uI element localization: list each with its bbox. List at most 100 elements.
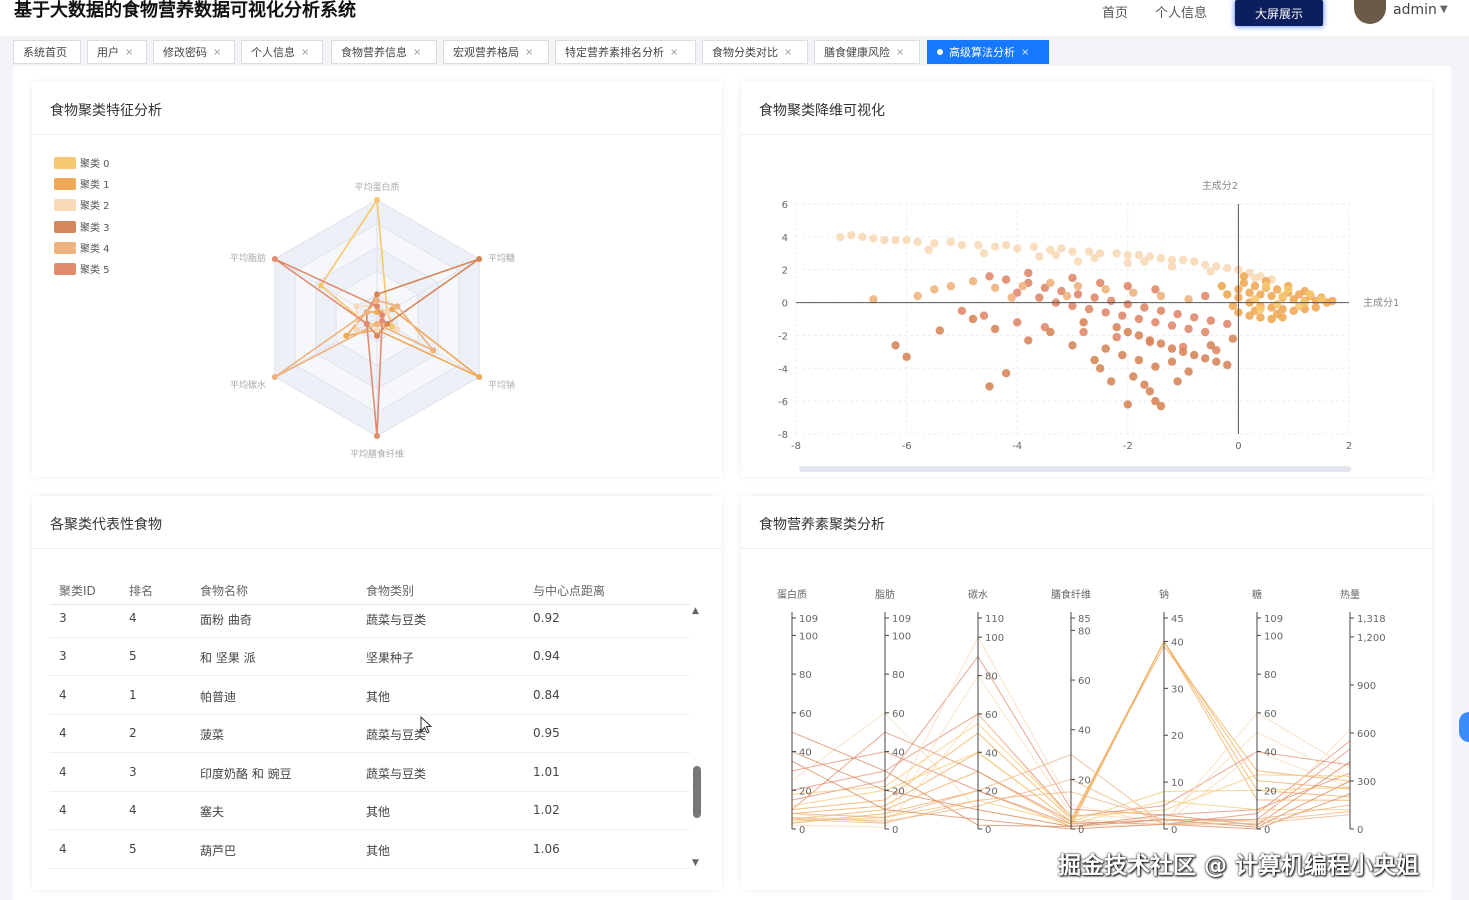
cell-rank: 1: [129, 688, 137, 702]
scatter-point: [1272, 285, 1282, 294]
tab-food-nutrition-info[interactable]: 食物营养信息 ×: [331, 40, 437, 64]
tab-home[interactable]: 系统首页: [13, 40, 81, 64]
app-title: 基于大数据的食物营养数据可视化分析系统: [14, 0, 356, 21]
radar-chart: 平均蛋白质 平均糖 平均钠 平均膳食纤维 平均碳水 平均脂肪: [230, 181, 515, 460]
table-row[interactable]: 4 2 菠菜 蔬菜与豆类 0.95: [50, 714, 690, 753]
big-screen-button[interactable]: 大屏展示: [1235, 0, 1323, 26]
scatter-point: [1134, 250, 1144, 260]
scatter-point: [1156, 254, 1166, 263]
scatter-point: [1112, 332, 1121, 342]
close-icon[interactable]: ×: [670, 47, 678, 58]
cell-food-name: 菠菜: [200, 728, 225, 742]
table-row[interactable]: 3 5 和 坚果 派 坚果种子 0.94: [50, 637, 690, 676]
scatter-point: [1096, 364, 1105, 373]
column-header: 与中心点距离: [533, 584, 606, 598]
scatter-point: [1051, 250, 1061, 260]
scatter-point: [957, 306, 967, 315]
radar-point: [374, 297, 380, 304]
scroll-up-icon[interactable]: ▲: [692, 606, 699, 616]
scatter-point: [1284, 285, 1293, 294]
scatter-point: [1084, 247, 1094, 256]
parallel-tick-label: 40: [892, 748, 905, 759]
parallel-tick-label: 0: [1264, 825, 1270, 836]
tab-nutrient-ranking[interactable]: 特定营养素排名分析 ×: [555, 40, 696, 64]
tab-advanced-algorithm[interactable]: 高级算法分析 ×: [927, 40, 1049, 64]
scatter-point: [1206, 316, 1215, 325]
table-row[interactable]: 3 4 面粉 曲奇 蔬菜与豆类 0.92: [50, 599, 690, 638]
tab-label: 膳食健康风险: [824, 46, 890, 59]
scatter-point: [1151, 285, 1160, 294]
scatter-point: [1107, 296, 1116, 306]
radar-indicator-label: 平均膳食纤维: [350, 448, 404, 460]
floating-help-button[interactable]: [1459, 712, 1469, 742]
x-tick-label: -8: [791, 441, 801, 452]
data-zoom-slider[interactable]: [799, 466, 1351, 472]
scatter-point: [1007, 293, 1016, 302]
tab-profile[interactable]: 个人信息 ×: [241, 40, 323, 64]
table-row[interactable]: 4 1 帕普迪 其他 0.84: [50, 676, 690, 715]
tab-category-compare[interactable]: 食物分类对比 ×: [702, 40, 808, 64]
scatter-point: [1140, 380, 1149, 389]
close-icon[interactable]: ×: [301, 47, 309, 58]
scatter-point: [1256, 304, 1265, 314]
parallel-tick-label: 600: [1357, 729, 1376, 740]
close-icon[interactable]: ×: [1021, 47, 1029, 58]
table-row[interactable]: 4 3 印度奶酪 和 豌豆 蔬菜与豆类 1.01: [50, 753, 690, 792]
avatar[interactable]: [1354, 0, 1386, 24]
y-tick-label: 6: [782, 200, 788, 211]
close-icon[interactable]: ×: [896, 47, 904, 58]
close-icon[interactable]: ×: [413, 47, 421, 58]
tab-bar: 系统首页 用户 × 修改密码 × 个人信息 × 食物营养信息 × 宏观营养格局 × 特定营…: [0, 38, 1469, 66]
scatter-point: [1118, 350, 1127, 360]
cell-rank: 4: [129, 803, 137, 817]
scatter-point: [1145, 336, 1155, 345]
radar-point: [374, 291, 380, 298]
close-icon[interactable]: ×: [213, 47, 221, 58]
scatter-point: [880, 235, 889, 245]
radar-point: [271, 256, 278, 262]
scatter-point: [1167, 344, 1177, 353]
tab-label: 个人信息: [251, 46, 295, 59]
tab-diet-risk[interactable]: 膳食健康风险 ×: [814, 40, 920, 64]
radar-point: [384, 320, 391, 327]
parallel-axis-name: 膳食纤维: [1051, 588, 1091, 601]
chevron-down-icon[interactable]: ▼: [1440, 4, 1448, 15]
cell-rank: 4: [129, 611, 137, 625]
parallel-tick-label: 40: [985, 748, 998, 759]
scrollbar-thumb[interactable]: [693, 766, 701, 818]
radar-point: [379, 312, 386, 319]
close-icon[interactable]: ×: [784, 47, 792, 58]
scatter-point: [1256, 313, 1265, 322]
tab-label: 高级算法分析: [949, 46, 1015, 59]
close-icon[interactable]: ×: [125, 47, 133, 58]
cell-distance: 1.06: [533, 842, 560, 856]
nav-home-link[interactable]: 首页: [1102, 2, 1128, 21]
radar-point: [317, 282, 324, 289]
radar-point: [430, 347, 437, 354]
close-icon[interactable]: ×: [525, 47, 533, 58]
cell-food-name: 葫芦巴: [200, 844, 237, 858]
scroll-down-icon[interactable]: ▼: [692, 858, 699, 868]
parallel-tick-label: 80: [1078, 626, 1091, 637]
tab-change-password[interactable]: 修改密码 ×: [153, 40, 235, 64]
table-row[interactable]: 4 4 塞夫 其他 1.02: [50, 791, 690, 830]
nav-profile-link[interactable]: 个人信息: [1155, 2, 1207, 21]
table-row[interactable]: 4 5 葫芦巴 其他 1.06: [50, 830, 690, 869]
scatter-point: [979, 249, 989, 258]
cell-food-name: 面粉 曲奇: [200, 613, 252, 627]
tab-label: 宏观营养格局: [453, 46, 519, 59]
tab-macro-nutrition[interactable]: 宏观营养格局 ×: [443, 40, 549, 64]
scatter-point: [968, 277, 978, 286]
scatter-point: [1123, 327, 1132, 337]
scatter-point: [985, 382, 994, 391]
cell-cluster-id: 4: [59, 765, 67, 779]
table-panel-title: 各聚类代表性食物: [50, 517, 162, 533]
radar-point: [374, 320, 380, 327]
active-dot-icon: [937, 49, 943, 55]
user-name[interactable]: admin: [1393, 2, 1437, 18]
radar-indicator-label: 平均碳水: [230, 379, 266, 391]
parallel-tick-label: 109: [799, 614, 818, 625]
cell-cluster-id: 4: [59, 803, 67, 817]
tab-users[interactable]: 用户 ×: [87, 40, 147, 64]
radar-point: [374, 433, 380, 439]
